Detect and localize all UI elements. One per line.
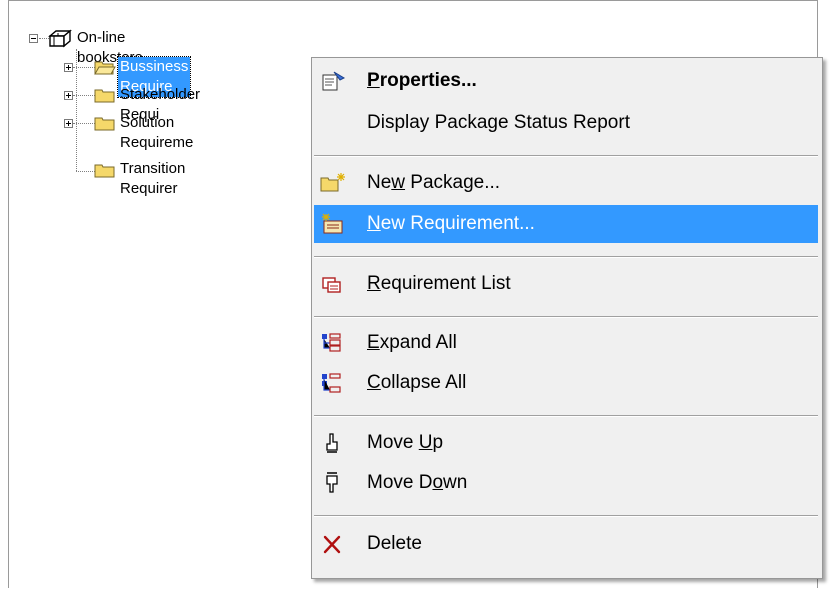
- menu-item-new-requirement[interactable]: New Requirement...: [314, 205, 818, 243]
- collapse-all-icon: [322, 373, 341, 393]
- menu-item-status-report[interactable]: Display Package Status Report: [314, 104, 818, 142]
- menu-separator: [314, 316, 818, 318]
- properties-icon: [322, 71, 346, 91]
- package-icon: [48, 29, 72, 48]
- menu-item-expand-all[interactable]: Expand All: [314, 324, 818, 362]
- new-package-icon: [320, 173, 345, 192]
- expand-toggle-icon[interactable]: [64, 63, 73, 72]
- menu-item-properties[interactable]: Properties...: [314, 62, 818, 100]
- collapse-toggle-icon[interactable]: [29, 34, 38, 43]
- expand-toggle-icon[interactable]: [64, 119, 73, 128]
- new-requirement-icon: [322, 213, 343, 234]
- expand-toggle-icon[interactable]: [64, 91, 73, 100]
- menu-item-collapse-all[interactable]: Collapse All: [314, 364, 818, 402]
- move-down-hand-icon: [326, 472, 338, 493]
- folder-open-icon: [94, 61, 116, 75]
- folder-icon: [94, 117, 115, 131]
- expand-all-icon: [322, 333, 341, 352]
- menu-item-move-down[interactable]: Move Down: [314, 464, 818, 502]
- delete-x-icon: [323, 535, 341, 554]
- menu-item-new-package[interactable]: New Package...: [314, 164, 818, 202]
- tree-connector: [73, 67, 95, 68]
- menu-item-requirement-list[interactable]: Requirement List: [314, 265, 818, 303]
- folder-icon: [94, 164, 115, 178]
- tree-connector: [73, 123, 95, 124]
- menu-separator: [314, 256, 818, 258]
- menu-item-move-up[interactable]: Move Up: [314, 424, 818, 462]
- tree-connector: [73, 95, 95, 96]
- move-up-hand-icon: [326, 433, 338, 453]
- menu-separator: [314, 515, 818, 517]
- requirement-list-icon: [322, 277, 341, 293]
- menu-item-delete[interactable]: Delete: [314, 525, 818, 563]
- folder-icon: [94, 89, 115, 103]
- menu-separator: [314, 415, 818, 417]
- menu-separator: [314, 155, 818, 157]
- tree-connector: [76, 171, 95, 172]
- tree-item-transition[interactable]: Transition Requirer: [118, 159, 187, 199]
- tree-item-solution[interactable]: Solution Requireme: [118, 113, 195, 153]
- context-menu: Properties... Display Package Status Rep…: [311, 57, 823, 579]
